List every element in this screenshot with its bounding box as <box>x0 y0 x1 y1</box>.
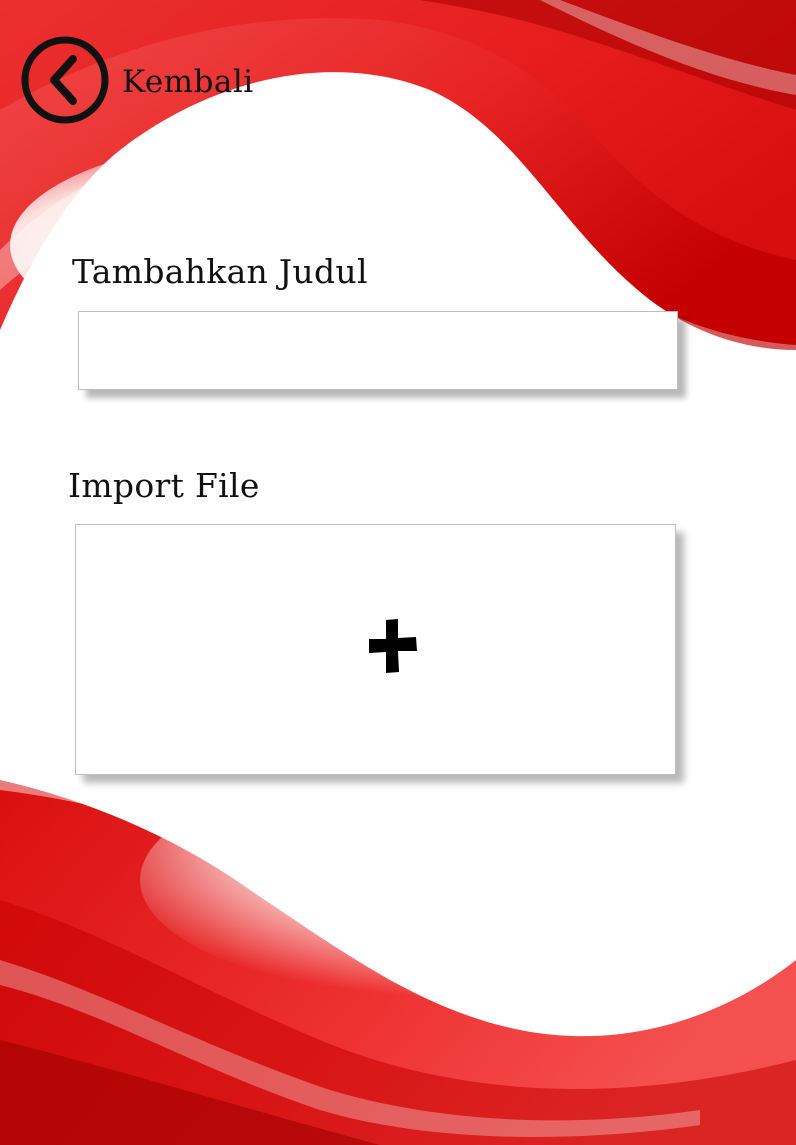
back-label[interactable]: Kembali <box>122 64 254 100</box>
import-file-heading: Import File <box>68 466 260 505</box>
chevron-left-circle-icon[interactable] <box>20 35 110 125</box>
title-input[interactable] <box>78 311 678 390</box>
import-file-dropzone[interactable] <box>75 524 676 775</box>
title-heading: Tambahkan Judul <box>72 252 368 291</box>
plus-icon[interactable] <box>368 618 418 674</box>
back-button[interactable]: Kembali <box>20 34 254 126</box>
